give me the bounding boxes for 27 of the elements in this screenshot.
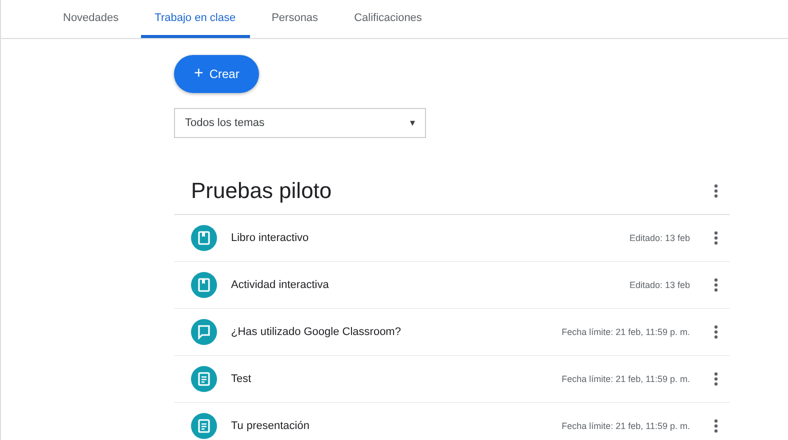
more-options-icon[interactable] [714, 278, 718, 292]
item-date: Fecha límite: 21 feb, 11:59 p. m. [562, 327, 690, 337]
item-title[interactable]: Actividad interactiva [231, 279, 616, 291]
more-options-icon[interactable] [714, 372, 718, 386]
material-icon [191, 272, 217, 298]
more-options-icon[interactable] [714, 231, 718, 245]
topic-title: Pruebas piloto [191, 178, 332, 204]
tab[interactable]: Novedades [49, 0, 133, 38]
material-icon [191, 225, 217, 251]
item-date: Editado: 13 feb [629, 280, 690, 290]
assignment-icon [191, 366, 217, 392]
item-title[interactable]: Libro interactivo [231, 232, 616, 244]
tab[interactable]: Personas [258, 0, 332, 38]
tab[interactable]: Calificaciones [340, 0, 436, 38]
more-options-icon[interactable] [714, 184, 718, 198]
question-icon [191, 319, 217, 345]
more-options-icon[interactable] [714, 419, 718, 433]
item-date: Fecha límite: 21 feb, 11:59 p. m. [562, 421, 690, 431]
item-date: Fecha límite: 21 feb, 11:59 p. m. [562, 374, 690, 384]
item-title[interactable]: Test [231, 373, 548, 385]
more-options-icon[interactable] [714, 325, 718, 339]
topic-dropdown[interactable]: Todos los temas ▾ [174, 108, 426, 138]
item-title[interactable]: ¿Has utilizado Google Classroom? [231, 326, 548, 338]
item-title[interactable]: Tu presentación [231, 420, 548, 432]
tab[interactable]: Trabajo en clase [140, 0, 250, 38]
create-button[interactable]: + Crear [174, 55, 260, 93]
item-date: Editado: 13 feb [629, 233, 690, 243]
